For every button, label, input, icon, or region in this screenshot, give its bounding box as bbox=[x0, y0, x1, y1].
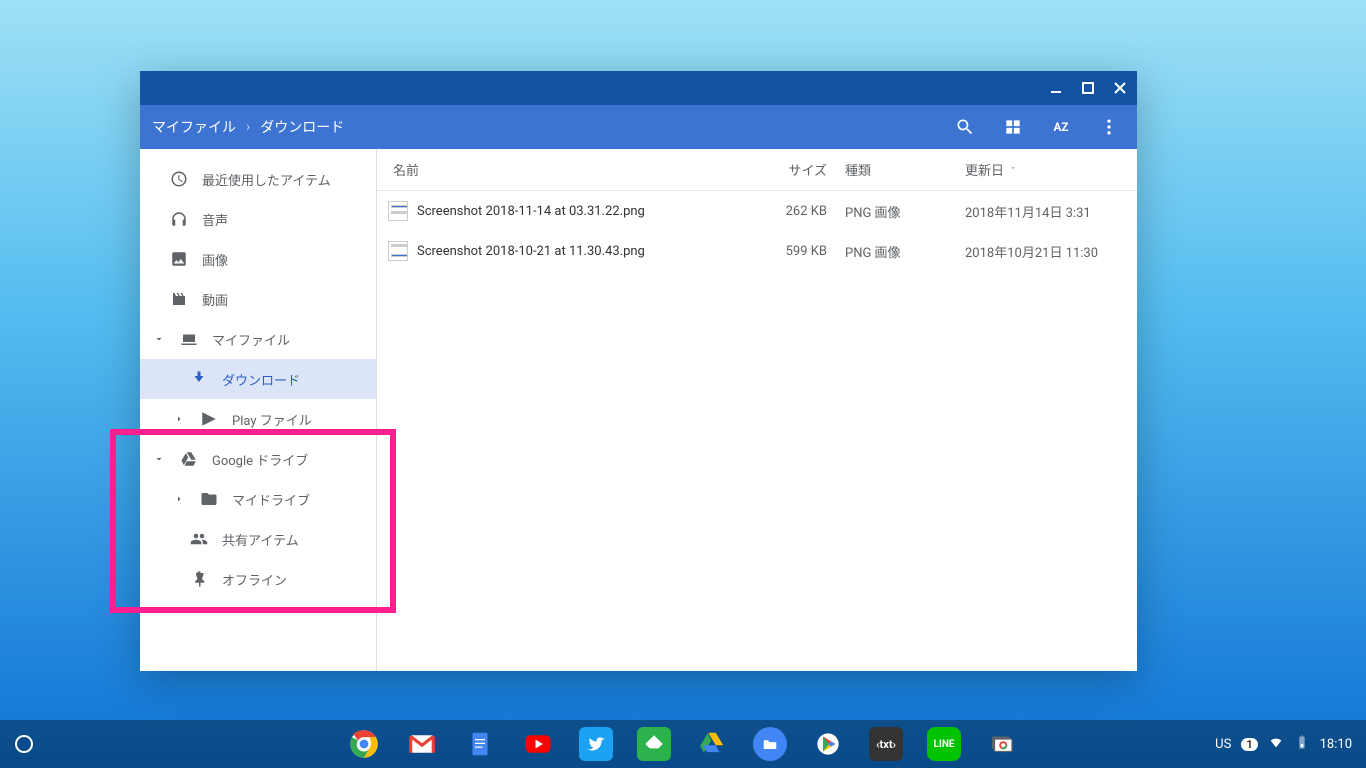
sidebar-item-label: マイドライブ bbox=[232, 490, 310, 509]
chevron-right-icon bbox=[172, 412, 186, 426]
file-thumb-icon bbox=[385, 201, 411, 221]
sidebar-item-label: 音声 bbox=[202, 210, 228, 229]
sidebar-item-label: ダウンロード bbox=[222, 370, 300, 389]
sidebar: 最近使用したアイテム 音声 画像 動画 マイファイル ダウンロード bbox=[140, 149, 377, 671]
chevron-down-icon bbox=[152, 452, 166, 466]
sidebar-item-label: 動画 bbox=[202, 290, 228, 309]
folder-drive-icon bbox=[200, 490, 218, 508]
txt-app-icon[interactable]: ‹txt› bbox=[869, 727, 903, 761]
twitter-icon[interactable] bbox=[579, 727, 613, 761]
sidebar-item-mydrive[interactable]: マイドライブ bbox=[140, 479, 376, 519]
sidebar-item-label: オフライン bbox=[222, 570, 287, 589]
window-titlebar bbox=[140, 71, 1137, 105]
file-type: PNG 画像 bbox=[845, 202, 965, 221]
maximize-button[interactable] bbox=[1079, 79, 1097, 97]
shelf-apps: ‹txt› LINE bbox=[347, 727, 1019, 761]
sidebar-item-label: Google ドライブ bbox=[212, 450, 308, 469]
sort-desc-icon bbox=[1008, 162, 1018, 177]
battery-icon bbox=[1294, 734, 1310, 754]
file-thumb-icon bbox=[385, 241, 411, 261]
ime-indicator: US bbox=[1215, 737, 1231, 752]
search-icon[interactable] bbox=[955, 117, 975, 137]
table-row[interactable]: Screenshot 2018-11-14 at 03.31.22.png 26… bbox=[377, 191, 1137, 231]
movie-icon bbox=[170, 290, 188, 308]
sidebar-item-label: 画像 bbox=[202, 250, 228, 269]
breadcrumb-separator-icon: › bbox=[246, 119, 250, 135]
remote-desktop-icon[interactable] bbox=[985, 727, 1019, 761]
sidebar-item-recent[interactable]: 最近使用したアイテム bbox=[140, 159, 376, 199]
view-grid-icon[interactable] bbox=[1003, 117, 1023, 137]
gmail-icon[interactable] bbox=[405, 727, 439, 761]
col-date[interactable]: 更新日 bbox=[965, 160, 1137, 179]
sidebar-item-label: 最近使用したアイテム bbox=[202, 170, 331, 189]
breadcrumb-root[interactable]: マイファイル bbox=[152, 117, 236, 137]
laptop-icon bbox=[180, 330, 198, 348]
chevron-down-icon bbox=[152, 332, 166, 346]
drive-icon bbox=[180, 450, 198, 468]
notification-count: 1 bbox=[1241, 738, 1257, 751]
tray-clock: 18:10 bbox=[1320, 737, 1352, 752]
clock-icon bbox=[170, 170, 188, 188]
image-icon bbox=[170, 250, 188, 268]
play-store-icon[interactable] bbox=[811, 727, 845, 761]
sort-az-icon[interactable]: AZ bbox=[1051, 117, 1071, 137]
file-date: 2018年10月21日 11:30 bbox=[965, 242, 1137, 261]
file-list: 名前 サイズ 種類 更新日 Screenshot 2018-11-14 at 0… bbox=[377, 149, 1137, 671]
sidebar-item-offline[interactable]: オフライン bbox=[140, 559, 376, 599]
chevron-right-icon bbox=[172, 492, 186, 506]
headphones-icon bbox=[170, 210, 188, 228]
files-app-window: マイファイル › ダウンロード AZ 最近使用したアイテム 音声 画像 bbox=[140, 71, 1137, 671]
file-size: 262 KB bbox=[745, 204, 845, 219]
svg-text:AZ: AZ bbox=[1054, 120, 1069, 134]
file-date: 2018年11月14日 3:31 bbox=[965, 202, 1137, 221]
file-type: PNG 画像 bbox=[845, 242, 965, 261]
file-name: Screenshot 2018-11-14 at 03.31.22.png bbox=[411, 204, 745, 219]
sidebar-item-myfiles[interactable]: マイファイル bbox=[140, 319, 376, 359]
table-header: 名前 サイズ 種類 更新日 bbox=[377, 149, 1137, 191]
close-button[interactable] bbox=[1111, 79, 1129, 97]
sidebar-item-label: Play ファイル bbox=[232, 410, 312, 429]
chrome-icon[interactable] bbox=[347, 727, 381, 761]
sidebar-item-playfiles[interactable]: Play ファイル bbox=[140, 399, 376, 439]
launcher-button[interactable] bbox=[0, 720, 48, 768]
sidebar-item-images[interactable]: 画像 bbox=[140, 239, 376, 279]
sidebar-item-downloads[interactable]: ダウンロード bbox=[140, 359, 376, 399]
col-date-label: 更新日 bbox=[965, 160, 1004, 179]
shelf: ‹txt› LINE US 1 18:10 bbox=[0, 720, 1366, 768]
minimize-button[interactable] bbox=[1047, 79, 1065, 97]
sidebar-item-label: 共有アイテム bbox=[222, 530, 299, 549]
sidebar-item-shared[interactable]: 共有アイテム bbox=[140, 519, 376, 559]
breadcrumb-current: ダウンロード bbox=[260, 117, 344, 137]
sidebar-item-gdrive[interactable]: Google ドライブ bbox=[140, 439, 376, 479]
people-icon bbox=[190, 530, 208, 548]
more-menu-icon[interactable] bbox=[1099, 117, 1119, 137]
download-icon bbox=[190, 370, 208, 388]
wifi-icon bbox=[1268, 734, 1284, 754]
table-row[interactable]: Screenshot 2018-10-21 at 11.30.43.png 59… bbox=[377, 231, 1137, 271]
file-size: 599 KB bbox=[745, 244, 845, 259]
sidebar-item-videos[interactable]: 動画 bbox=[140, 279, 376, 319]
file-name: Screenshot 2018-10-21 at 11.30.43.png bbox=[411, 244, 745, 259]
sidebar-item-audio[interactable]: 音声 bbox=[140, 199, 376, 239]
youtube-icon[interactable] bbox=[521, 727, 555, 761]
breadcrumb: マイファイル › ダウンロード bbox=[152, 117, 344, 137]
drive-app-icon[interactable] bbox=[695, 727, 729, 761]
docs-icon[interactable] bbox=[463, 727, 497, 761]
system-tray[interactable]: US 1 18:10 bbox=[1215, 734, 1366, 754]
play-icon bbox=[200, 410, 218, 428]
pin-icon bbox=[190, 570, 208, 588]
col-size[interactable]: サイズ bbox=[745, 160, 845, 179]
sidebar-item-label: マイファイル bbox=[212, 330, 290, 349]
feedly-icon[interactable] bbox=[637, 727, 671, 761]
toolbar: マイファイル › ダウンロード AZ bbox=[140, 105, 1137, 149]
col-name[interactable]: 名前 bbox=[377, 160, 745, 179]
files-app-icon[interactable] bbox=[753, 727, 787, 761]
col-type[interactable]: 種類 bbox=[845, 160, 965, 179]
line-app-icon[interactable]: LINE bbox=[927, 727, 961, 761]
